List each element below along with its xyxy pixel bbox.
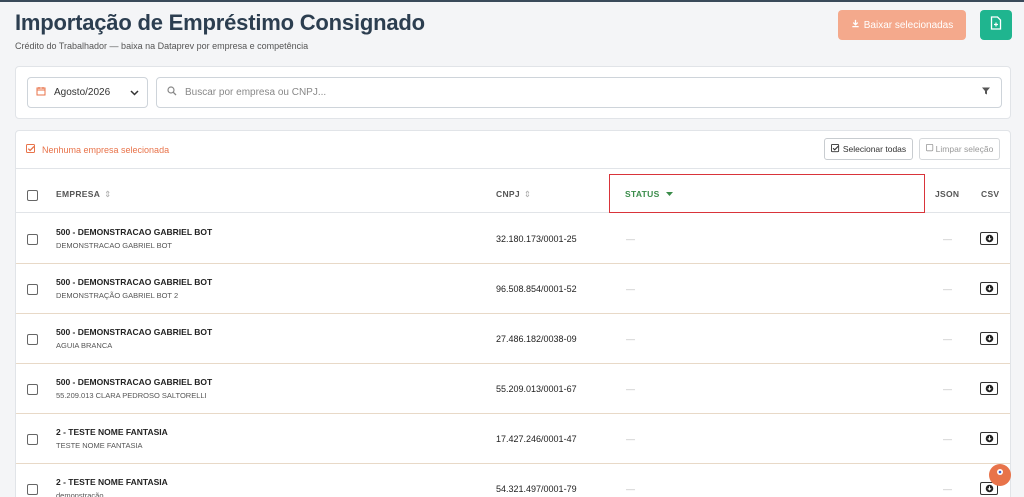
download-selected-button[interactable]: Baixar selecionadas bbox=[838, 10, 966, 40]
select-all-checkbox[interactable] bbox=[27, 190, 38, 201]
row-checkbox[interactable] bbox=[27, 234, 38, 245]
status-value: — bbox=[626, 234, 635, 244]
company-name: 500 - DEMONSTRACAO GABRIEL BOT bbox=[56, 327, 213, 337]
column-json: JSON bbox=[935, 189, 960, 199]
company-cnpj: 17.427.246/0001-47 bbox=[496, 434, 577, 444]
chevron-down-icon bbox=[130, 88, 139, 98]
sort-icon: ⇕ bbox=[104, 189, 112, 199]
company-name: 2 - TESTE NOME FANTASIA bbox=[56, 427, 168, 437]
checkbox-checked-icon bbox=[26, 144, 36, 156]
table-row[interactable]: 2 - TESTE NOME FANTASIA TESTE NOME FANTA… bbox=[16, 414, 1010, 464]
company-name: 2 - TESTE NOME FANTASIA bbox=[56, 477, 168, 487]
select-all-button[interactable]: Selecionar todas bbox=[824, 138, 913, 160]
company-name: 500 - DEMONSTRACAO GABRIEL BOT bbox=[56, 227, 213, 237]
company-cnpj: 54.321.497/0001-79 bbox=[496, 484, 577, 494]
search-input[interactable]: Buscar por empresa ou CNPJ... bbox=[156, 77, 1002, 108]
clear-selection-button[interactable]: Limpar seleção bbox=[919, 138, 1000, 160]
table-row[interactable]: 500 - DEMONSTRACAO GABRIEL BOT DEMONSTRA… bbox=[16, 264, 1010, 314]
table-row[interactable]: 500 - DEMONSTRACAO GABRIEL BOT 55.209.01… bbox=[16, 364, 1010, 414]
status-value: — bbox=[626, 334, 635, 344]
calendar-icon bbox=[36, 86, 46, 99]
row-checkbox[interactable] bbox=[27, 284, 38, 295]
csv-download-button[interactable] bbox=[980, 282, 998, 295]
company-fantasy-name: demonstração bbox=[56, 491, 104, 497]
download-circle-icon bbox=[985, 280, 994, 298]
download-circle-icon bbox=[985, 380, 994, 398]
row-checkbox[interactable] bbox=[27, 384, 38, 395]
checkbox-empty-icon bbox=[925, 144, 934, 154]
download-icon bbox=[851, 19, 860, 31]
company-cnpj: 96.508.854/0001-52 bbox=[496, 284, 577, 294]
search-placeholder: Buscar por empresa ou CNPJ... bbox=[185, 87, 327, 98]
download-selected-label: Baixar selecionadas bbox=[863, 19, 954, 31]
json-value: — bbox=[943, 284, 952, 294]
download-circle-icon bbox=[985, 430, 994, 448]
column-empresa-label: EMPRESA bbox=[56, 189, 101, 199]
month-select[interactable]: Agosto/2026 bbox=[27, 77, 148, 108]
filter-icon[interactable] bbox=[981, 86, 991, 99]
filter-card: Agosto/2026 Buscar por empresa ou CNPJ..… bbox=[15, 66, 1011, 119]
selection-status-text: Nenhuma empresa selecionada bbox=[42, 145, 170, 155]
company-name: 500 - DEMONSTRACAO GABRIEL BOT bbox=[56, 277, 213, 287]
company-cnpj: 55.209.013/0001-67 bbox=[496, 384, 577, 394]
json-value: — bbox=[943, 434, 952, 444]
csv-download-button[interactable] bbox=[980, 232, 998, 245]
csv-download-button[interactable] bbox=[980, 332, 998, 345]
search-icon bbox=[167, 86, 177, 99]
json-value: — bbox=[943, 384, 952, 394]
page-title: Importação de Empréstimo Consignado bbox=[15, 10, 425, 35]
status-column-highlight bbox=[609, 174, 925, 213]
table-row[interactable]: 500 - DEMONSTRACAO GABRIEL BOT DEMONSTRA… bbox=[16, 214, 1010, 264]
download-circle-icon bbox=[985, 330, 994, 348]
companies-table-card: Nenhuma empresa selecionada Selecionar t… bbox=[15, 130, 1011, 497]
column-cnpj-label: CNPJ bbox=[496, 189, 520, 199]
status-value: — bbox=[626, 484, 635, 494]
selection-status: Nenhuma empresa selecionada bbox=[26, 144, 169, 156]
status-value: — bbox=[626, 434, 635, 444]
json-value: — bbox=[943, 484, 952, 494]
select-all-label: Selecionar todas bbox=[842, 144, 907, 154]
table-row[interactable]: 2 - TESTE NOME FANTASIA demonstração 54.… bbox=[16, 464, 1010, 497]
row-checkbox[interactable] bbox=[27, 484, 38, 495]
company-name: 500 - DEMONSTRACAO GABRIEL BOT bbox=[56, 377, 213, 387]
company-cnpj: 32.180.173/0001-25 bbox=[496, 234, 577, 244]
company-fantasy-name: DEMONSTRAÇÃO GABRIEL BOT 2 bbox=[56, 291, 179, 300]
download-circle-icon bbox=[985, 230, 994, 248]
support-avatar[interactable] bbox=[989, 464, 1011, 486]
status-value: — bbox=[626, 284, 635, 294]
export-file-button[interactable] bbox=[980, 10, 1012, 40]
csv-download-button[interactable] bbox=[980, 432, 998, 445]
company-cnpj: 27.486.182/0038-09 bbox=[496, 334, 577, 344]
company-fantasy-name: DEMONSTRACAO GABRIEL BOT bbox=[56, 241, 172, 250]
checkbox-checked-icon bbox=[830, 143, 840, 155]
file-export-icon bbox=[990, 15, 1002, 35]
table-row[interactable]: 500 - DEMONSTRACAO GABRIEL BOT AGUIA BRA… bbox=[16, 314, 1010, 364]
page-subtitle: Crédito do Trabalhador — baixa na Datapr… bbox=[15, 41, 309, 51]
csv-download-button[interactable] bbox=[980, 382, 998, 395]
company-fantasy-name: TESTE NOME FANTASIA bbox=[56, 441, 143, 450]
column-empresa[interactable]: EMPRESA ⇕ bbox=[56, 189, 112, 200]
chat-icon bbox=[994, 466, 1006, 484]
company-fantasy-name: AGUIA BRANCA bbox=[56, 341, 113, 350]
clear-selection-label: Limpar seleção bbox=[935, 144, 994, 154]
status-value: — bbox=[626, 384, 635, 394]
sort-icon: ⇕ bbox=[523, 189, 532, 199]
selection-bar: Nenhuma empresa selecionada Selecionar t… bbox=[16, 131, 1010, 169]
column-cnpj[interactable]: CNPJ ⇕ bbox=[496, 189, 531, 200]
json-value: — bbox=[943, 334, 952, 344]
json-value: — bbox=[943, 234, 952, 244]
row-checkbox[interactable] bbox=[27, 434, 38, 445]
company-fantasy-name: 55.209.013 CLARA PEDROSO SALTORELLI bbox=[56, 391, 207, 400]
top-border bbox=[0, 0, 1024, 2]
row-checkbox[interactable] bbox=[27, 334, 38, 345]
column-csv: CSV bbox=[981, 189, 1000, 199]
month-value: Agosto/2026 bbox=[54, 87, 111, 98]
